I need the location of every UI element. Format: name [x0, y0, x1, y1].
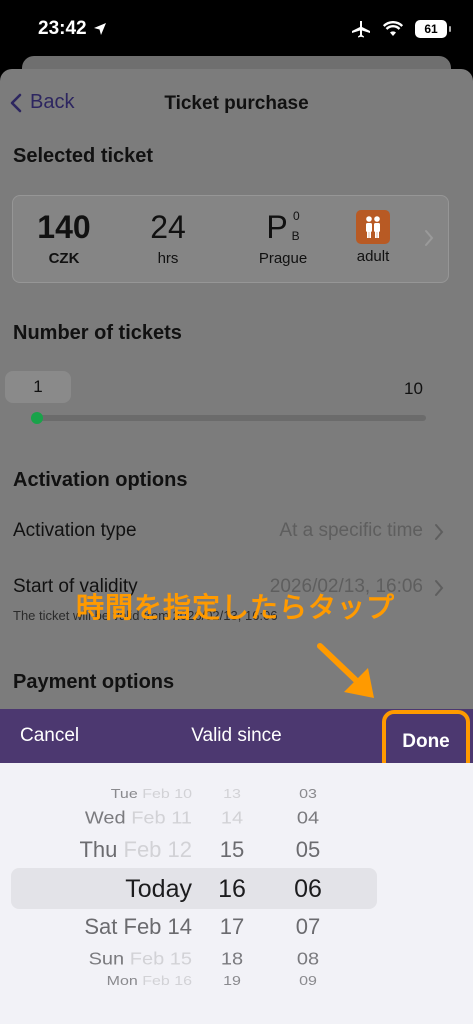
status-time: 23:42 — [38, 18, 107, 40]
clock-text: 23:42 — [38, 18, 87, 39]
price-currency: CZK — [48, 250, 80, 267]
ticket-duration: 24 hrs — [133, 208, 203, 267]
zone-letter: P — [266, 209, 288, 245]
picker-row[interactable]: Thu Feb 12 15 05 — [0, 836, 473, 864]
chevron-right-icon — [435, 580, 444, 596]
battery-level: 61 — [424, 22, 438, 36]
chevron-right-icon — [435, 524, 444, 540]
payment-options-title: Payment options — [13, 671, 175, 693]
location-arrow-icon — [93, 23, 106, 35]
selected-ticket-card[interactable]: 140 CZK 24 hrs P 0 B Prague adult — [12, 195, 449, 283]
annotation-arrow-icon — [317, 643, 374, 698]
picker-row[interactable]: Sun Feb 15 18 08 — [0, 948, 473, 969]
ticket-count-badge: 1 — [5, 371, 71, 403]
duration-value: 24 — [150, 209, 186, 245]
ticket-price: 140 CZK — [27, 208, 101, 267]
ticket-count-max: 10 — [404, 379, 423, 398]
duration-unit: hrs — [157, 250, 179, 267]
ticket-count-slider[interactable] — [34, 415, 426, 421]
navigation-bar: Back Ticket purchase — [0, 69, 473, 135]
battery-icon: 61 — [415, 20, 451, 38]
status-bar: 23:42 61 — [0, 0, 473, 62]
ticket-passenger: adult — [341, 208, 405, 265]
airplane-icon — [352, 21, 370, 38]
zone-superscript: 0 — [292, 209, 300, 223]
picker-row-selected[interactable]: Today 16 06 — [0, 873, 473, 905]
activation-options-title: Activation options — [13, 469, 188, 491]
price-value: 140 — [37, 209, 91, 245]
number-of-tickets-title: Number of tickets — [13, 322, 182, 344]
ticket-zone: P 0 B Prague — [237, 208, 329, 267]
activation-type-label: Activation type — [13, 520, 137, 541]
selected-ticket-title: Selected ticket — [13, 145, 154, 167]
picker-row[interactable]: Wed Feb 11 14 04 — [0, 807, 473, 828]
zone-city: Prague — [258, 250, 308, 267]
chevron-right-icon — [425, 230, 434, 246]
passenger-type: adult — [356, 248, 390, 265]
status-icons: 61 — [351, 20, 451, 38]
picker-row[interactable]: Mon Feb 16 19 09 — [0, 975, 473, 989]
wifi-icon — [383, 21, 403, 36]
date-time-picker[interactable]: Tue Feb 10 13 03 Wed Feb 11 14 04 Thu Fe… — [0, 763, 473, 1024]
picker-row[interactable]: Tue Feb 10 13 03 — [0, 788, 473, 802]
zone-code: P 0 B — [266, 208, 299, 246]
activation-type-value[interactable]: At a specific time — [279, 520, 423, 542]
zone-subscript: B — [291, 229, 300, 243]
slider-thumb[interactable] — [31, 412, 43, 424]
picker-row[interactable]: Sat Feb 14 17 07 — [0, 913, 473, 941]
page-title: Ticket purchase — [164, 93, 309, 114]
adult-passenger-icon — [356, 210, 390, 244]
annotation-text: 時間を指定したらタップ — [76, 592, 396, 623]
picker-toolbar: Cancel Valid since Done — [0, 709, 473, 774]
